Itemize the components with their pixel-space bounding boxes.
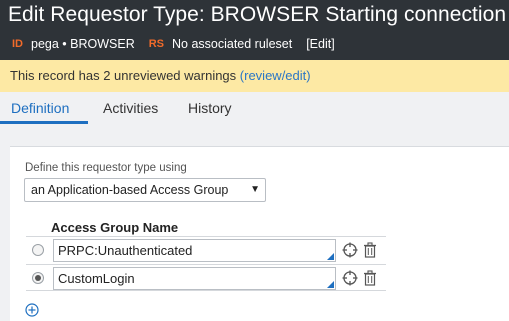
crosshair-icon[interactable] — [342, 242, 358, 258]
definition-panel: Define this requestor type using an Appl… — [10, 146, 509, 321]
rs-value: No associated ruleset — [172, 37, 293, 51]
autocomplete-corner-icon — [327, 281, 334, 288]
review-edit-link[interactable]: (review/edit) — [240, 68, 311, 83]
id-value: pega • BROWSER — [31, 37, 135, 51]
tab-definition[interactable]: Definition — [11, 100, 69, 116]
rs-tag: RS — [148, 38, 164, 50]
warning-text: This record has 2 unreviewed warnings — [10, 68, 237, 83]
header-bar: Edit Requestor Type: BROWSER Starting co… — [0, 0, 509, 60]
edit-ruleset-link[interactable]: [Edit] — [306, 37, 335, 51]
plus-circle-icon[interactable] — [25, 303, 39, 317]
warning-banner: This record has 2 unreviewed warnings (r… — [0, 60, 509, 92]
access-group-value: PRPC:Unauthenticated — [58, 243, 193, 258]
trash-icon[interactable] — [362, 270, 378, 286]
trash-icon[interactable] — [362, 242, 378, 258]
table-row: CustomLogin — [26, 264, 386, 291]
access-group-input[interactable]: CustomLogin — [53, 267, 336, 290]
autocomplete-corner-icon — [327, 253, 334, 260]
tab-activities[interactable]: Activities — [103, 100, 158, 116]
page-title: Edit Requestor Type: BROWSER Starting co… — [8, 3, 507, 26]
record-meta: ID pega • BROWSER RS No associated rules… — [12, 37, 335, 51]
crosshair-icon[interactable] — [342, 270, 358, 286]
row-radio[interactable] — [32, 244, 44, 256]
access-group-input[interactable]: PRPC:Unauthenticated — [53, 239, 336, 262]
caret-down-icon: ▼ — [250, 184, 260, 195]
access-group-value: CustomLogin — [58, 271, 135, 286]
tab-history[interactable]: History — [188, 100, 232, 116]
row-radio[interactable] — [32, 272, 44, 284]
select-value: an Application-based Access Group — [31, 183, 229, 197]
define-type-label: Define this requestor type using — [25, 162, 187, 174]
requestor-type-select[interactable]: an Application-based Access Group ▼ — [24, 178, 266, 202]
access-group-column-header: Access Group Name — [51, 220, 179, 235]
tab-bar: Definition Activities History — [0, 92, 509, 124]
id-tag: ID — [12, 38, 23, 50]
table-row: PRPC:Unauthenticated — [26, 236, 386, 263]
active-tab-indicator — [0, 121, 88, 124]
